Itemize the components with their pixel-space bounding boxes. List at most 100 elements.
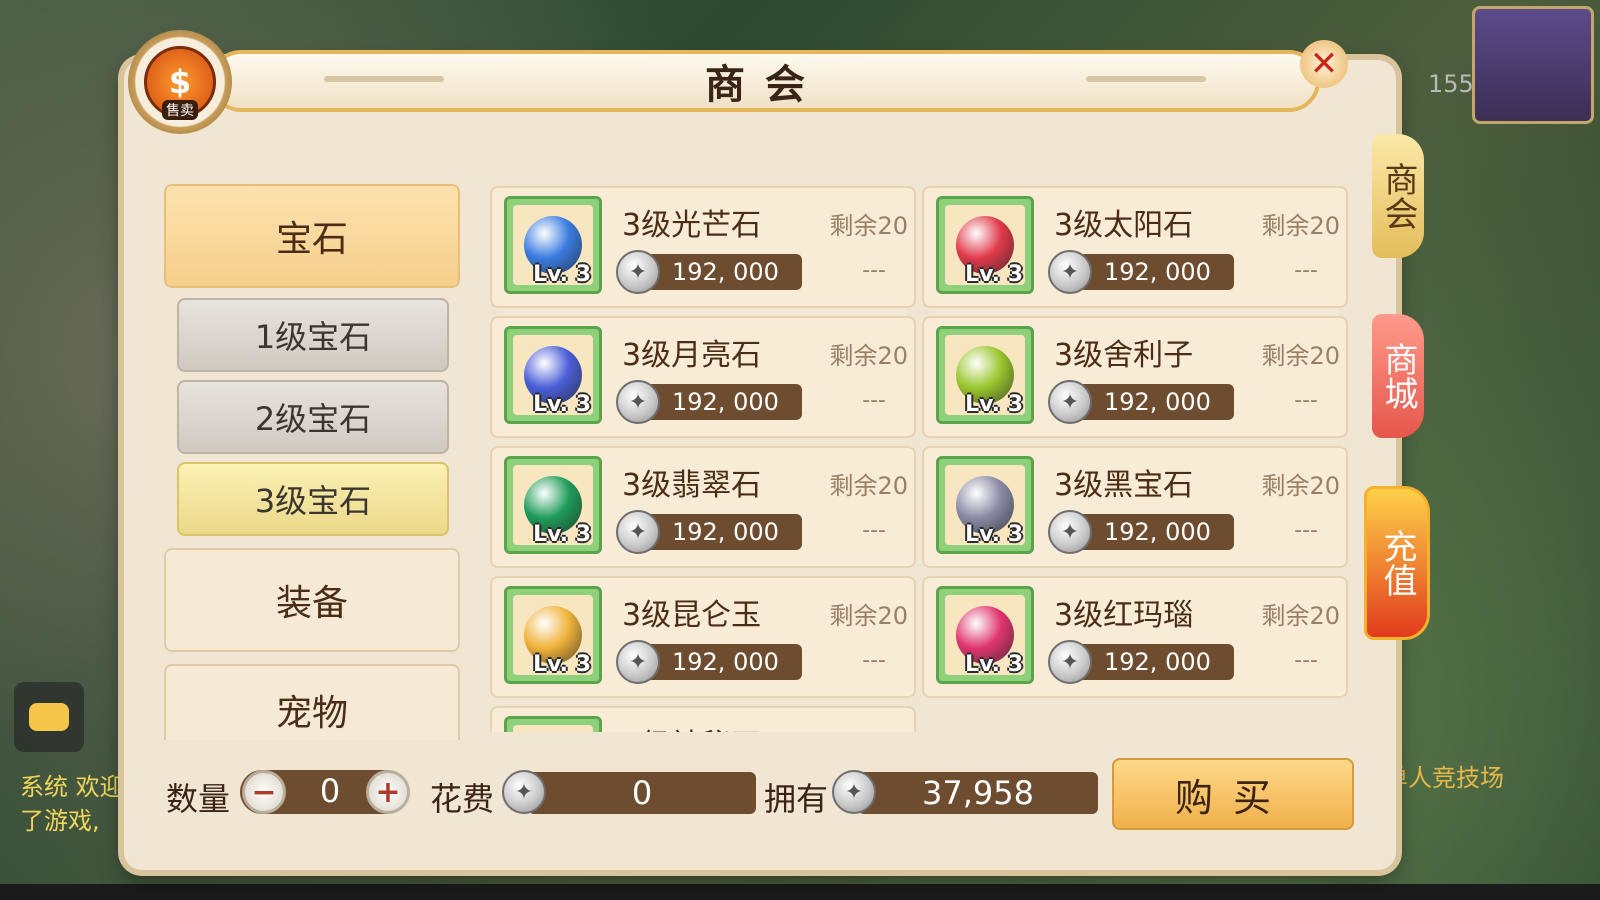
item-card[interactable]: Lv. 3 3级光芒石 剩余20 192, 000 ✦ --- bbox=[490, 186, 916, 308]
item-remaining: 剩余20 bbox=[829, 602, 908, 630]
subcategory-gem-1[interactable]: 1级宝石 bbox=[177, 298, 449, 372]
silver-coin-icon: ✦ bbox=[1048, 640, 1092, 684]
close-button[interactable]: ✕ bbox=[1300, 40, 1348, 88]
sell-label: 售卖 bbox=[162, 100, 198, 120]
chat-line: 系统 欢迎 bbox=[20, 773, 124, 801]
category-gem-label: 宝石 bbox=[275, 219, 348, 260]
item-name: 3级神秘石 bbox=[622, 720, 761, 732]
item-remaining: 剩余20 bbox=[829, 472, 908, 500]
item-name: 3级舍利子 bbox=[1054, 338, 1194, 373]
item-card[interactable]: Lv. 3 3级月亮石 剩余20 192, 000 ✦ --- bbox=[490, 316, 916, 438]
item-level: Lv. 3 bbox=[533, 262, 591, 287]
subcategory-gem-3[interactable]: 3级宝石 bbox=[177, 462, 449, 536]
item-icon-frame: Lv. 3 bbox=[936, 326, 1034, 424]
tab-shanghui-label: 商会 bbox=[1378, 162, 1418, 230]
chat-icon bbox=[29, 703, 69, 731]
arena-label[interactable]: 单人竞技场 bbox=[1384, 758, 1504, 793]
item-name: 3级光芒石 bbox=[622, 208, 762, 243]
item-level: Lv. 3 bbox=[533, 652, 591, 677]
item-price: 192, 000 bbox=[672, 388, 779, 416]
item-dash: --- bbox=[1294, 648, 1318, 673]
item-icon-frame: Lv. 3 bbox=[504, 586, 602, 684]
tab-shangcheng-label: 商城 bbox=[1378, 342, 1418, 410]
plus-icon: + bbox=[375, 774, 401, 810]
silver-coin-icon: ✦ bbox=[1048, 250, 1092, 294]
tab-shanghui[interactable]: 商会 bbox=[1372, 134, 1424, 258]
cost-value: 0 bbox=[631, 774, 653, 812]
item-level: Lv. 3 bbox=[533, 392, 591, 417]
item-icon-frame: Lv. 3 bbox=[504, 196, 602, 294]
item-price: 192, 000 bbox=[1104, 518, 1211, 546]
silver-coin-icon: ✦ bbox=[1048, 510, 1092, 554]
quantity-value: 0 bbox=[319, 772, 341, 810]
owned-label: 拥有 bbox=[764, 780, 829, 818]
item-remaining: 剩余20 bbox=[1261, 342, 1340, 370]
item-icon-frame: Lv. 3 bbox=[936, 196, 1034, 294]
item-price: 192, 000 bbox=[672, 258, 779, 286]
modal-title: 商会 bbox=[705, 61, 825, 108]
item-level: Lv. 3 bbox=[965, 652, 1023, 677]
silver-coin-icon: ✦ bbox=[1048, 380, 1092, 424]
gem-icon: Lv. 3 bbox=[513, 335, 593, 417]
item-price: 192, 000 bbox=[1104, 388, 1211, 416]
close-icon: ✕ bbox=[1309, 44, 1339, 84]
item-card[interactable]: Lv. 3 3级黑宝石 剩余20 192, 000 ✦ --- bbox=[922, 446, 1348, 568]
buy-button[interactable]: 购买 bbox=[1112, 758, 1354, 830]
category-equipment[interactable]: 装备 bbox=[164, 548, 460, 652]
item-card[interactable]: Lv. 3 3级红玛瑙 剩余20 192, 000 ✦ --- bbox=[922, 576, 1348, 698]
gem-icon: Lv. 3 bbox=[945, 595, 1025, 677]
item-dash: --- bbox=[862, 518, 886, 543]
quantity-label: 数量 bbox=[166, 780, 231, 818]
item-name: 3级月亮石 bbox=[622, 338, 762, 373]
item-remaining: 剩余20 bbox=[1261, 602, 1340, 630]
silver-coin-icon: ✦ bbox=[616, 640, 660, 684]
item-remaining: 剩余20 bbox=[1261, 472, 1340, 500]
item-card[interactable]: Lv. 3 3级太阳石 剩余20 192, 000 ✦ --- bbox=[922, 186, 1348, 308]
cost-value-bar: 0 bbox=[528, 772, 756, 814]
gem-icon bbox=[513, 725, 593, 732]
increase-quantity-button[interactable]: + bbox=[366, 770, 410, 814]
item-dash: --- bbox=[1294, 388, 1318, 413]
gem-icon: Lv. 3 bbox=[945, 465, 1025, 547]
item-remaining: 剩余20 bbox=[1261, 212, 1340, 240]
minus-icon: − bbox=[251, 774, 277, 810]
item-card[interactable]: Lv. 3 3级翡翠石 剩余20 192, 000 ✦ --- bbox=[490, 446, 916, 568]
item-level: Lv. 3 bbox=[533, 522, 591, 547]
buy-label: 购买 bbox=[1174, 775, 1291, 820]
item-name: 3级黑宝石 bbox=[1054, 468, 1194, 503]
sell-badge[interactable]: $ 售卖 bbox=[128, 30, 232, 134]
item-icon-frame bbox=[504, 716, 602, 732]
tab-chongzhi[interactable]: 充值 bbox=[1364, 486, 1430, 640]
owned-value: 37,958 bbox=[922, 774, 1034, 812]
item-price: 192, 000 bbox=[672, 518, 779, 546]
item-grid: Lv. 3 3级光芒石 剩余20 192, 000 ✦ --- Lv. 3 3级太阳石 剩余20… bbox=[490, 186, 1350, 732]
player-level: 155 bbox=[1428, 70, 1474, 98]
chat-button[interactable] bbox=[14, 682, 84, 752]
item-name: 3级红玛瑙 bbox=[1054, 598, 1194, 633]
silver-coin-icon: ✦ bbox=[616, 380, 660, 424]
item-dash: --- bbox=[1294, 518, 1318, 543]
category-pet[interactable]: 宠物 bbox=[164, 664, 460, 740]
category-pet-label: 宠物 bbox=[275, 693, 348, 734]
exp-bar bbox=[0, 884, 1600, 900]
silver-coin-icon: ✦ bbox=[832, 770, 876, 814]
item-price: 192, 000 bbox=[672, 648, 779, 676]
item-level: Lv. 3 bbox=[965, 522, 1023, 547]
silver-coin-icon: ✦ bbox=[502, 770, 546, 814]
player-avatar[interactable] bbox=[1472, 6, 1594, 124]
title-swirl-left bbox=[324, 76, 444, 82]
tab-shangcheng[interactable]: 商城 bbox=[1372, 314, 1424, 438]
subcategory-gem-2[interactable]: 2级宝石 bbox=[177, 380, 449, 454]
item-level: Lv. 3 bbox=[965, 262, 1023, 287]
gem-icon: Lv. 3 bbox=[945, 335, 1025, 417]
category-gem[interactable]: 宝石 bbox=[164, 184, 460, 288]
chat-line: 了游戏, bbox=[20, 807, 100, 835]
item-card[interactable]: Lv. 3 3级昆仑玉 剩余20 192, 000 ✦ --- bbox=[490, 576, 916, 698]
decrease-quantity-button[interactable]: − bbox=[242, 770, 286, 814]
item-name: 3级翡翠石 bbox=[622, 468, 762, 503]
gem-icon: Lv. 3 bbox=[513, 595, 593, 677]
item-card[interactable]: 3级神秘石剩余20 bbox=[490, 706, 916, 732]
item-card[interactable]: Lv. 3 3级舍利子 剩余20 192, 000 ✦ --- bbox=[922, 316, 1348, 438]
system-chat: 系统 欢迎 了游戏, bbox=[20, 770, 124, 838]
item-icon-frame: Lv. 3 bbox=[504, 326, 602, 424]
